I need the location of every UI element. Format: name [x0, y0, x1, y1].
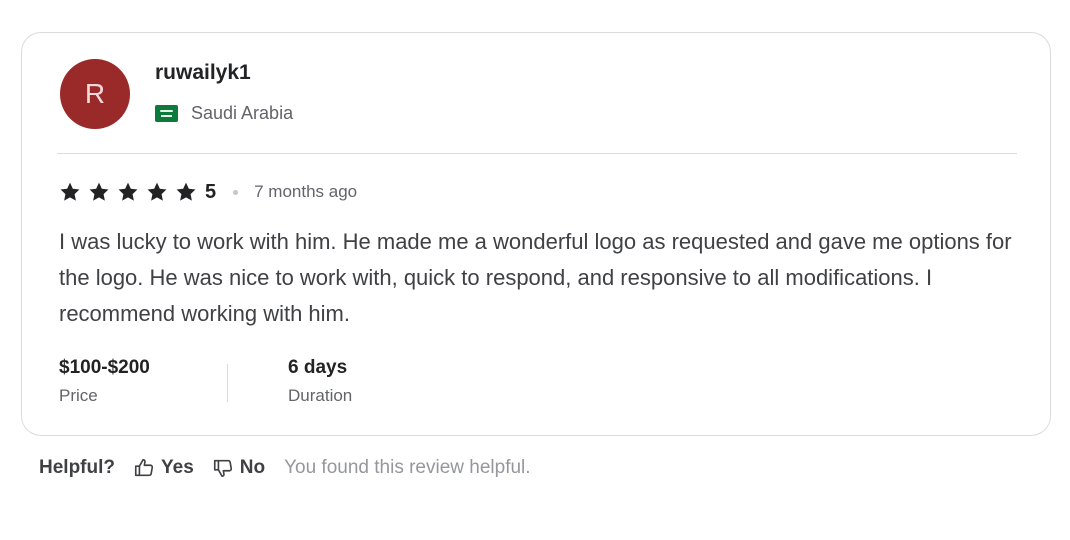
duration-label: Duration [288, 386, 353, 405]
helpful-no-button[interactable]: No [212, 457, 265, 479]
star-icon [117, 181, 139, 203]
price-info: $100-$200 Price [59, 355, 150, 407]
price-label: Price [59, 386, 98, 405]
separator-dot [233, 189, 239, 195]
star-icon [146, 181, 168, 203]
divider [57, 153, 1017, 154]
review-card: R ruwailyk1 Saudi Arabia 5 7 months ago … [21, 32, 1051, 436]
meta-divider [227, 364, 228, 402]
helpful-row: Helpful? Yes No You found this review he… [39, 454, 531, 482]
thumbs-down-icon [213, 459, 232, 478]
thumbs-up-icon [134, 458, 154, 477]
duration-value: 6 days [288, 357, 348, 378]
rating-row: 5 7 months ago [59, 179, 357, 205]
star-rating [59, 181, 204, 203]
helpful-yes-button[interactable]: Yes [133, 457, 194, 479]
helpful-yes-label: Yes [161, 457, 194, 478]
country-name: Saudi Arabia [191, 103, 294, 123]
reviewer-country: Saudi Arabia [155, 103, 293, 124]
star-icon [88, 181, 110, 203]
saudi-arabia-flag-icon [155, 105, 178, 122]
price-value: $100-$200 [59, 357, 150, 378]
avatar[interactable]: R [60, 59, 130, 129]
review-time: 7 months ago [254, 182, 358, 201]
rating-value: 5 [205, 180, 217, 203]
helpful-confirmation: You found this review helpful. [284, 457, 531, 478]
helpful-no-label: No [239, 457, 266, 478]
helpful-label: Helpful? [39, 457, 115, 478]
review-text: I was lucky to work with him. He made me… [59, 229, 1012, 326]
reviewer-username[interactable]: ruwailyk1 [155, 61, 251, 85]
star-icon [59, 181, 81, 203]
duration-info: 6 days Duration [288, 355, 352, 407]
star-icon [175, 181, 197, 203]
